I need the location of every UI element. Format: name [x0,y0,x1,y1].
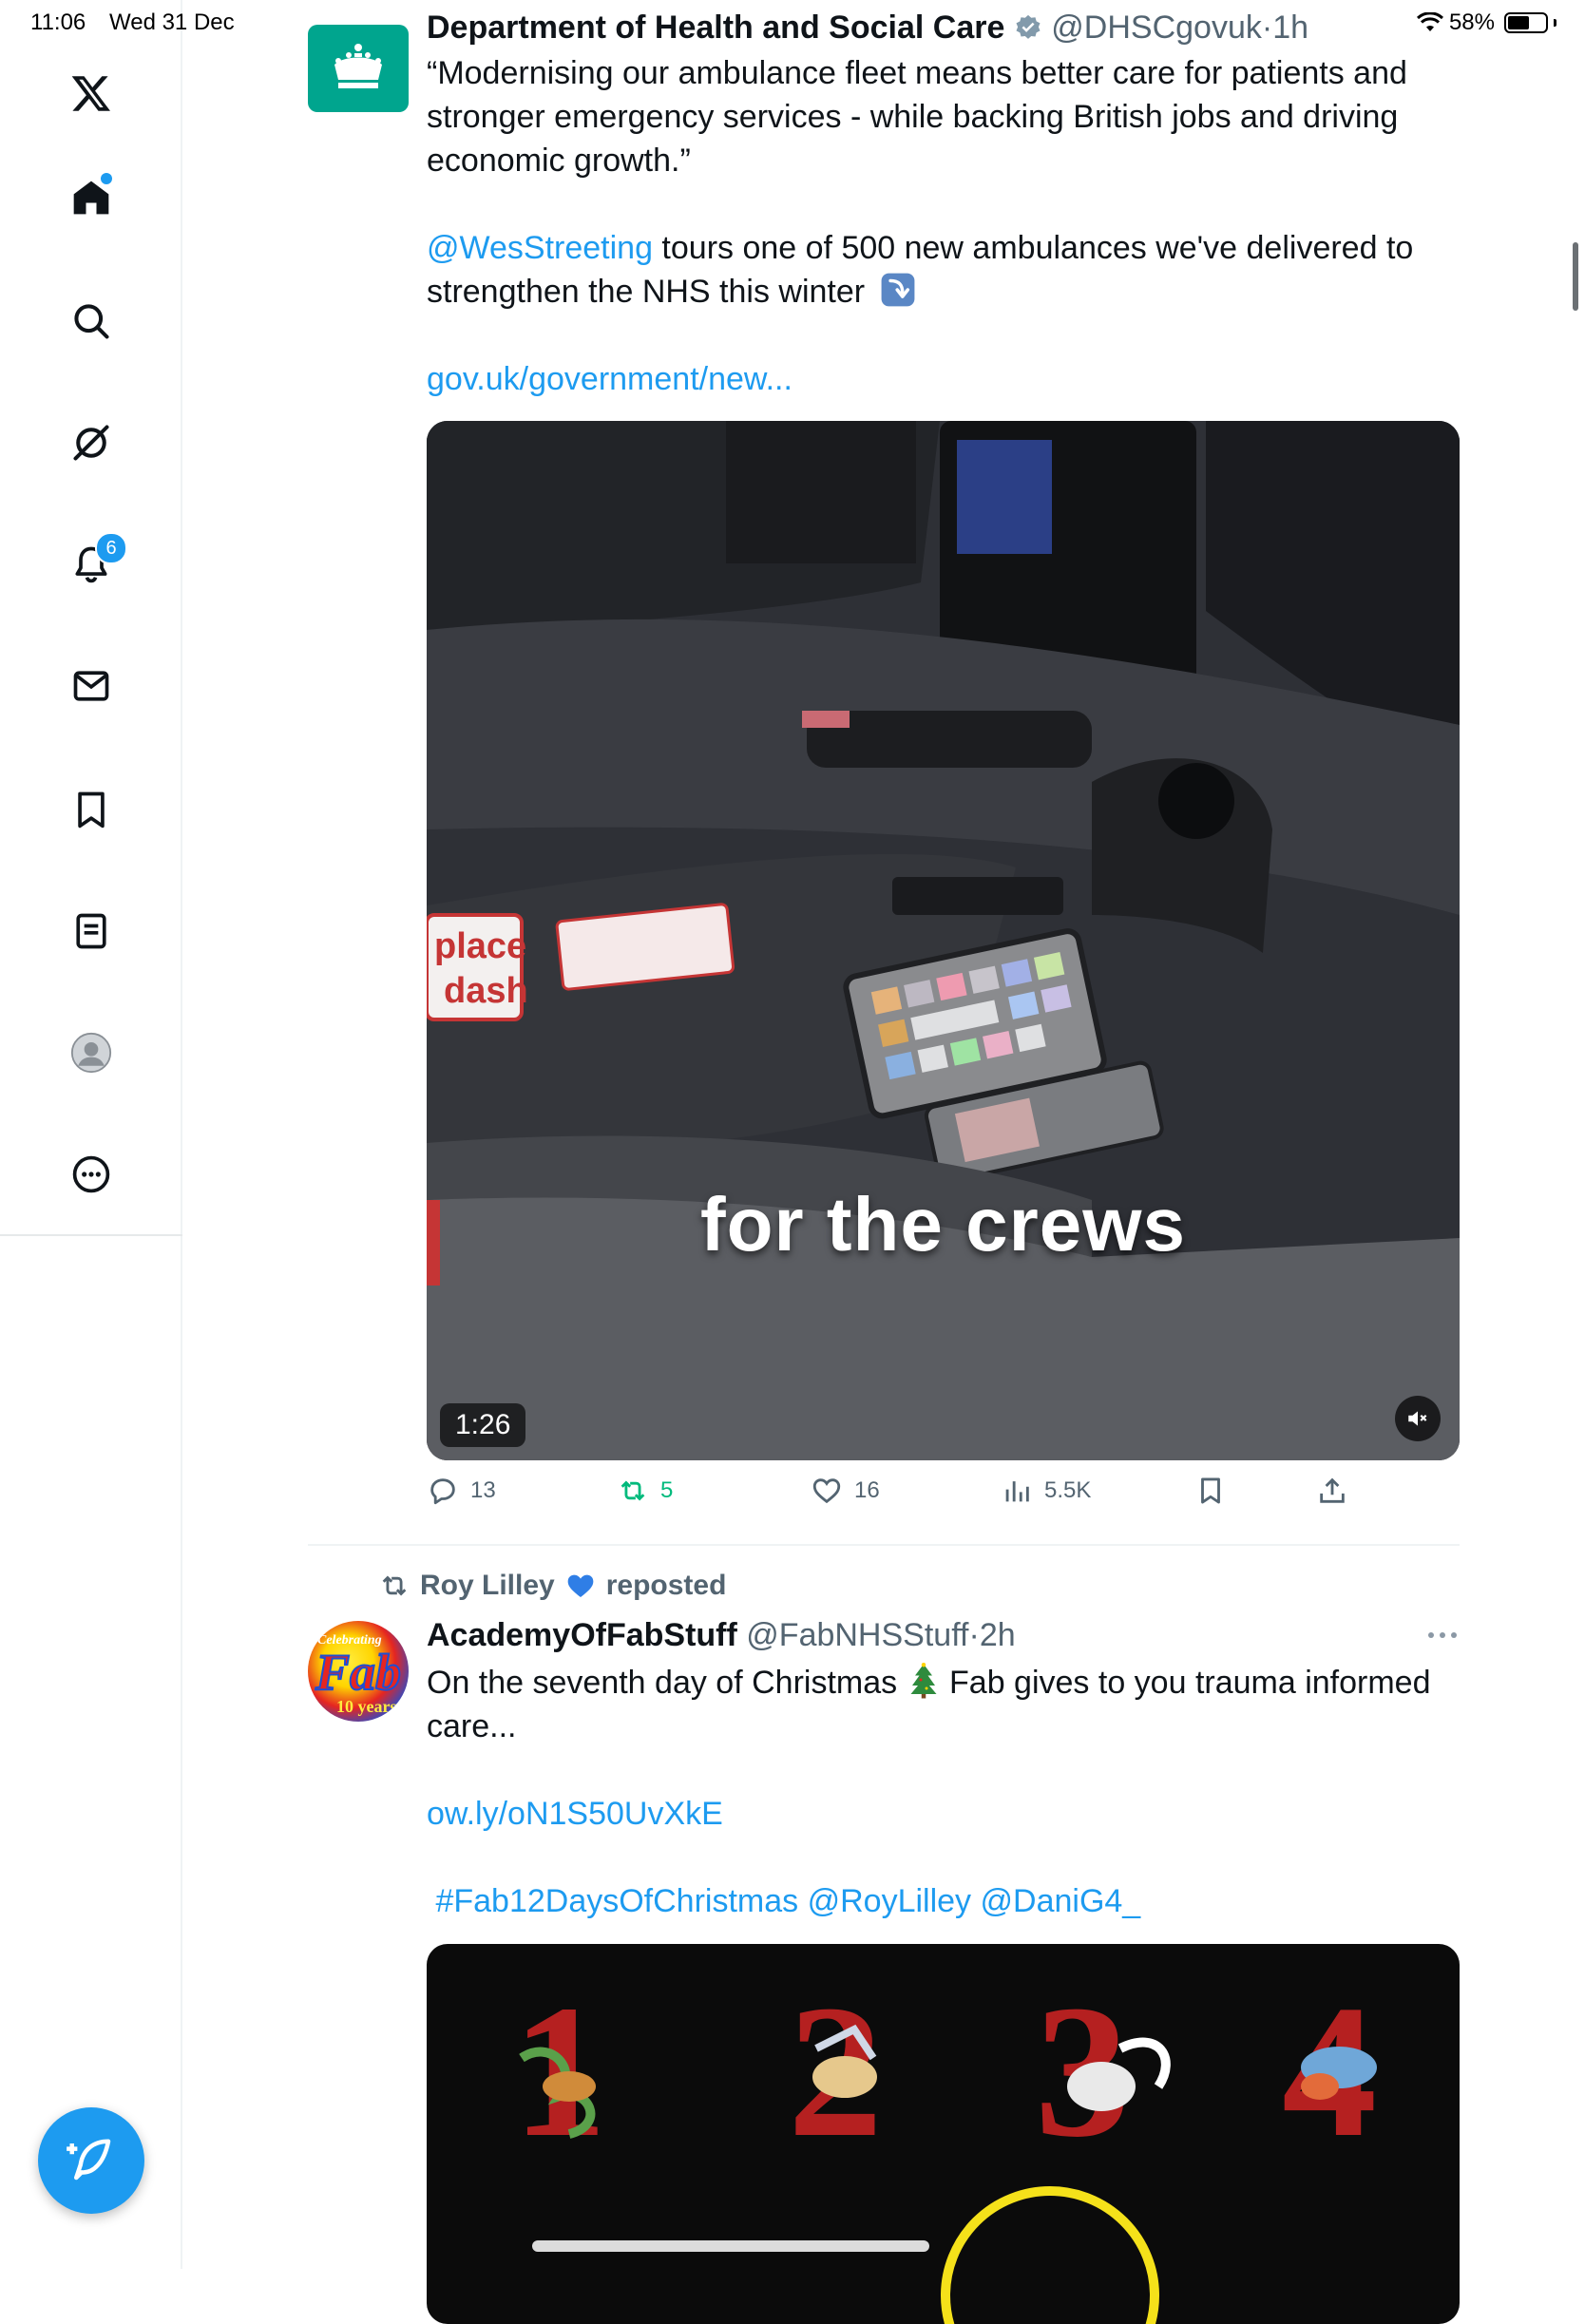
wifi-icon [1416,12,1443,31]
bookmark-icon [1201,1477,1220,1504]
fab-avatar[interactable]: Celebrating Fab 10 years [308,1621,409,1722]
battery-percent: 58% [1448,10,1495,35]
repost-context-icon [382,1575,407,1596]
tweet1-actions: 13 5 16 5.5K [427,1475,1377,1522]
tweet2-line1: On the seventh day of Christmas [427,1665,898,1701]
profile-icon[interactable] [57,1019,125,1087]
notifications-badge: 6 [95,532,127,564]
grok-icon[interactable] [57,409,125,477]
video-duration: 1:26 [440,1403,526,1447]
tweet2-image[interactable]: 1 2 3 4 [427,1944,1460,2324]
tweet2-link[interactable]: ow.ly/oN1S50UvXkE [427,1792,1491,1836]
sidebar-divider [0,1234,182,1236]
reposted-label: reposted [605,1570,727,1601]
tweet2-author[interactable]: AcademyOfFabStuff [427,1617,737,1653]
tweet1-body: “Modernising our ambulance fleet means b… [427,51,1491,401]
blue-heart-emoji-icon [567,1574,594,1597]
svg-text:10 years: 10 years [336,1697,396,1716]
tweet2-more-button[interactable] [1427,1629,1458,1646]
tweet2-line1-end: Fab gives to you trauma informed [940,1665,1431,1701]
status-date: Wed 31 Dec [109,10,235,35]
lists-icon[interactable] [57,897,125,965]
like-button[interactable]: 16 [811,1475,880,1507]
bookmarks-icon[interactable] [57,775,125,844]
crown-logo-icon [334,44,382,88]
tweet2-hashtag[interactable]: #Fab12DaysOfChristmas [435,1883,798,1919]
tweet1-mention[interactable]: @WesStreeting [427,230,653,266]
x-logo-icon[interactable] [57,59,125,127]
tweet2-time: 2h [979,1617,1016,1653]
sign-text-2: dash [444,971,528,1011]
repost-context: Roy Lilley reposted [378,1570,726,1602]
speaker-muted-icon [1408,1411,1427,1426]
svg-text:Fab: Fab [315,1644,401,1701]
share-button[interactable] [1316,1475,1348,1507]
sign-text-1: place [434,926,526,966]
reply-button[interactable]: 13 [427,1475,496,1507]
more-horizontal-icon [1428,1632,1457,1638]
home-indicator[interactable] [532,2240,929,2252]
analytics-icon [1005,1481,1029,1502]
battery-icon [1504,12,1548,33]
sidebar: 6 [0,0,182,2269]
reply-count: 13 [470,1477,496,1503]
views-count: 5.5K [1044,1477,1092,1503]
tweet1-link[interactable]: gov.uk/government/new... [427,357,1491,401]
fab-logo-art: Celebrating Fab 10 years [314,1633,402,1716]
tweet1-line3: economic growth.” [427,143,691,179]
status-right: 58% [1416,10,1556,36]
tweet1-line2: stronger emergency services - while back… [427,99,1399,135]
battery-nub [1554,19,1556,27]
tweet2-mention1[interactable]: @RoyLilley [808,1883,971,1919]
compose-button[interactable] [38,2107,144,2214]
mute-button[interactable] [1395,1396,1441,1441]
twelve-days-art [519,2024,1377,2324]
tweet1-video[interactable]: place dash for the crews 1:26 [427,421,1460,1460]
scrollbar[interactable] [1573,242,1578,311]
christmas-tree-emoji-icon [910,1663,937,1699]
arrow-down-emoji-icon [881,273,914,307]
status-bar: 11:06 Wed 31 Dec 58% [0,0,1585,46]
share-icon [1320,1477,1345,1503]
heart-icon [812,1478,841,1504]
notifications-icon[interactable]: 6 [57,530,127,599]
repost-button[interactable]: 5 [617,1475,673,1507]
ambulance-interior-illustration: place dash [427,421,1460,1460]
tweet2-header: AcademyOfFabStuff @FabNHSStuff·2h [427,1617,1016,1653]
reposter-name[interactable]: Roy Lilley [420,1570,555,1602]
search-icon[interactable] [57,287,125,355]
tweet1-line1: “Modernising our ambulance fleet means b… [427,55,1407,91]
tweet2-body: On the seventh day of Christmas Fab give… [427,1661,1491,1923]
tweet2-line2: care... [427,1708,517,1744]
views-button[interactable]: 5.5K [1001,1475,1091,1507]
bookmark-button[interactable] [1194,1475,1227,1507]
tweet2-mention2[interactable]: @DaniG4_ [981,1883,1141,1919]
more-icon[interactable] [57,1140,125,1209]
repost-count: 5 [660,1477,674,1503]
home-icon[interactable] [57,163,125,232]
compose-icon [67,2139,111,2181]
tweet-separator [308,1544,1460,1546]
video-caption: for the crews [700,1182,1186,1267]
status-time: 11:06 [30,10,86,35]
home-unread-dot [101,173,112,184]
like-count: 16 [854,1477,880,1503]
reply-icon [430,1478,455,1505]
messages-icon[interactable] [57,652,125,720]
tweet2-handle[interactable]: @FabNHSStuff [746,1617,968,1653]
tweet1-line5: strengthen the NHS this winter [427,274,866,310]
repost-icon [621,1480,645,1501]
tweet1-line4: tours one of 500 new ambulances we've de… [652,230,1414,266]
